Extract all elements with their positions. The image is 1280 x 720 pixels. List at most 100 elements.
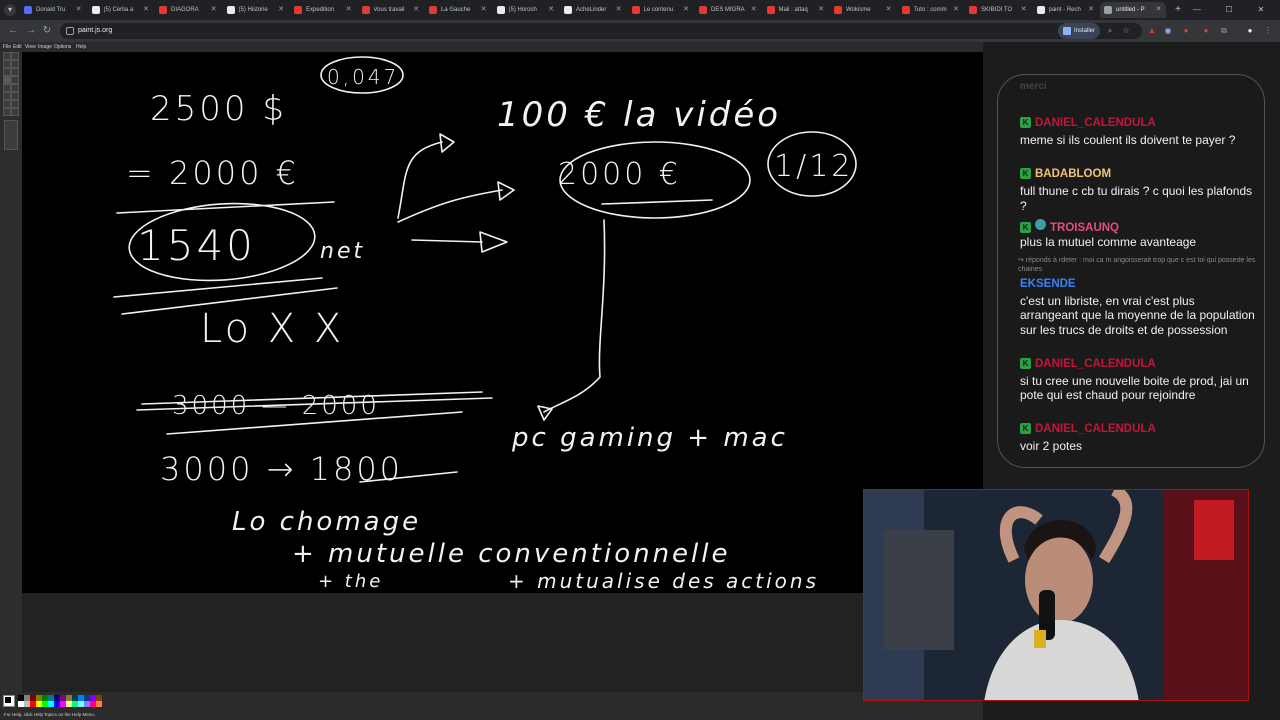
browser-tab[interactable]: Tuto : comm ✕ — [898, 2, 964, 18]
tab-close-icon[interactable]: ✕ — [1020, 2, 1028, 18]
back-icon[interactable]: ← — [6, 24, 20, 38]
color-palette-bar: For Help, click Help Topics on the Help … — [0, 692, 983, 720]
tab-close-icon[interactable]: ✕ — [142, 2, 150, 18]
picker-tool-icon[interactable] — [3, 68, 11, 76]
tab-close-icon[interactable]: ✕ — [412, 2, 420, 18]
airbrush-tool-icon[interactable] — [3, 84, 11, 92]
tab-title: Donald Tru — [36, 7, 66, 13]
chat-username[interactable]: K BADABLOOM — [1020, 168, 1111, 180]
tab-close-icon[interactable]: ✕ — [1087, 2, 1095, 18]
current-colors[interactable] — [3, 695, 15, 707]
fill-tool-icon[interactable] — [11, 60, 19, 68]
select-tool-icon[interactable] — [11, 52, 19, 60]
palette-swatch[interactable] — [96, 701, 102, 707]
extension-record-icon[interactable]: ● — [1180, 25, 1192, 37]
browser-tab[interactable]: untitled - P ✕ — [1100, 2, 1166, 18]
browser-tab[interactable]: SKIBIDI TO ✕ — [965, 2, 1031, 18]
tab-favicon-icon — [564, 6, 572, 14]
maximize-icon[interactable]: ☐ — [1222, 3, 1236, 17]
rectangle-tool-icon[interactable] — [3, 100, 11, 108]
site-info-icon[interactable] — [66, 27, 74, 35]
url-text[interactable]: paint.js.org — [78, 23, 112, 39]
browser-tab[interactable]: paint - Rech ✕ — [1033, 2, 1099, 18]
tab-search-icon[interactable]: ▾ — [4, 4, 16, 16]
puzzle-icon[interactable]: ⧉ — [1218, 25, 1230, 37]
extension-shield-icon[interactable]: ● — [1200, 25, 1212, 37]
minimize-icon[interactable]: — — [1190, 3, 1204, 17]
line-tool-icon[interactable] — [3, 92, 11, 100]
tab-close-icon[interactable]: ✕ — [682, 2, 690, 18]
arrowhead-up — [439, 133, 455, 153]
reload-icon[interactable]: ↻ — [40, 24, 54, 38]
tab-favicon-icon — [429, 6, 437, 14]
tab-close-icon[interactable]: ✕ — [210, 2, 218, 18]
kebab-menu-icon[interactable]: ⋮ — [1262, 25, 1274, 37]
browser-tab[interactable]: (5) Horosh ✕ — [493, 2, 559, 18]
browser-tab[interactable]: DES MIGRA ✕ — [695, 2, 761, 18]
browser-tab[interactable]: Mali : attaq ✕ — [763, 2, 829, 18]
magnifier-tool-icon[interactable] — [11, 68, 19, 76]
tab-close-icon[interactable]: ✕ — [277, 2, 285, 18]
rounded-rect-tool-icon[interactable] — [11, 108, 19, 116]
menu-image[interactable]: Image — [38, 42, 52, 52]
close-window-icon[interactable]: ✕ — [1254, 3, 1268, 17]
text-chomage: Lo chomage — [232, 507, 421, 537]
new-tab-button[interactable]: + — [1172, 3, 1184, 17]
chat-message-text: full thune c cb tu dirais ? c quoi les p… — [1020, 184, 1253, 213]
menu-file[interactable]: File — [3, 42, 11, 52]
browser-tab[interactable]: (5) Historie ✕ — [223, 2, 289, 18]
chat-username[interactable]: EKSENDE — [1020, 278, 1076, 290]
tab-close-icon[interactable]: ✕ — [750, 2, 758, 18]
tab-close-icon[interactable]: ✕ — [75, 2, 83, 18]
browser-tab[interactable]: Donald Tru ✕ — [20, 2, 86, 18]
curve-tool-icon[interactable] — [11, 92, 19, 100]
ellipse-tool-icon[interactable] — [3, 108, 11, 116]
extension-red-icon[interactable]: ▲ — [1146, 25, 1158, 37]
chat-username-text: BADABLOOM — [1035, 168, 1112, 180]
drawing-canvas[interactable]: 0,047 2500 $ = 2000 € 1540 net Lo X X 30… — [22, 52, 983, 593]
chat-username[interactable]: K TROISAUNQ — [1020, 219, 1119, 234]
eraser-tool-icon[interactable] — [3, 60, 11, 68]
chat-username[interactable]: K DANIEL_CALENDULA — [1020, 357, 1156, 370]
tab-close-icon[interactable]: ✕ — [615, 2, 623, 18]
tool-options[interactable] — [4, 120, 18, 150]
tab-title: DIAGORA — [171, 7, 199, 13]
browser-tab[interactable]: Wokisme ✕ — [830, 2, 896, 18]
free-select-tool-icon[interactable] — [3, 52, 11, 60]
tab-title: Tuto : comm — [913, 7, 947, 13]
text-tool-icon[interactable] — [11, 84, 19, 92]
profile-avatar-icon[interactable]: ● — [1244, 25, 1256, 37]
chat-username[interactable]: K DANIEL_CALENDULA — [1020, 117, 1156, 129]
forward-icon[interactable]: → — [24, 24, 38, 38]
tab-close-icon[interactable]: ✕ — [1155, 2, 1163, 18]
browser-tab[interactable]: AcheLinder ✕ — [560, 2, 626, 18]
menu-options[interactable]: Options — [54, 42, 71, 52]
install-app-button[interactable]: Installer — [1058, 23, 1100, 39]
polygon-tool-icon[interactable] — [11, 100, 19, 108]
extension-blue-icon[interactable]: ◉ — [1162, 25, 1174, 37]
brush-tool-icon[interactable] — [11, 76, 19, 84]
star-icon[interactable]: ☆ — [1120, 25, 1132, 37]
browser-tab[interactable]: Vous travail ✕ — [358, 2, 424, 18]
tab-close-icon[interactable]: ✕ — [345, 2, 353, 18]
pencil-tool-icon[interactable] — [3, 76, 11, 84]
browser-tab[interactable]: DIAGORA ✕ — [155, 2, 221, 18]
tab-close-icon[interactable]: ✕ — [817, 2, 825, 18]
tab-close-icon[interactable]: ✕ — [480, 2, 488, 18]
chat-username[interactable]: K DANIEL_CALENDULA — [1020, 423, 1156, 435]
menu-view[interactable]: View — [25, 42, 36, 52]
tab-title: Wokisme — [846, 7, 871, 13]
kick-badge-icon: K — [1020, 357, 1031, 369]
tab-close-icon[interactable]: ✕ — [885, 2, 893, 18]
browser-tab[interactable]: La Gauche ✕ — [425, 2, 491, 18]
browser-tab[interactable]: Le contenu ✕ — [628, 2, 694, 18]
address-bar[interactable]: paint.js.org — [60, 23, 1142, 39]
tab-close-icon[interactable]: ✕ — [952, 2, 960, 18]
menu-edit[interactable]: Edit — [13, 42, 22, 52]
browser-tab[interactable]: (5) Cerlia a ✕ — [88, 2, 154, 18]
tab-close-icon[interactable]: ✕ — [547, 2, 555, 18]
menu-help[interactable]: Help — [76, 42, 86, 52]
browser-tab[interactable]: Expedition ✕ — [290, 2, 356, 18]
magnifier-icon[interactable]: ⌕ — [1104, 25, 1116, 37]
arrowhead-right — [479, 231, 508, 253]
